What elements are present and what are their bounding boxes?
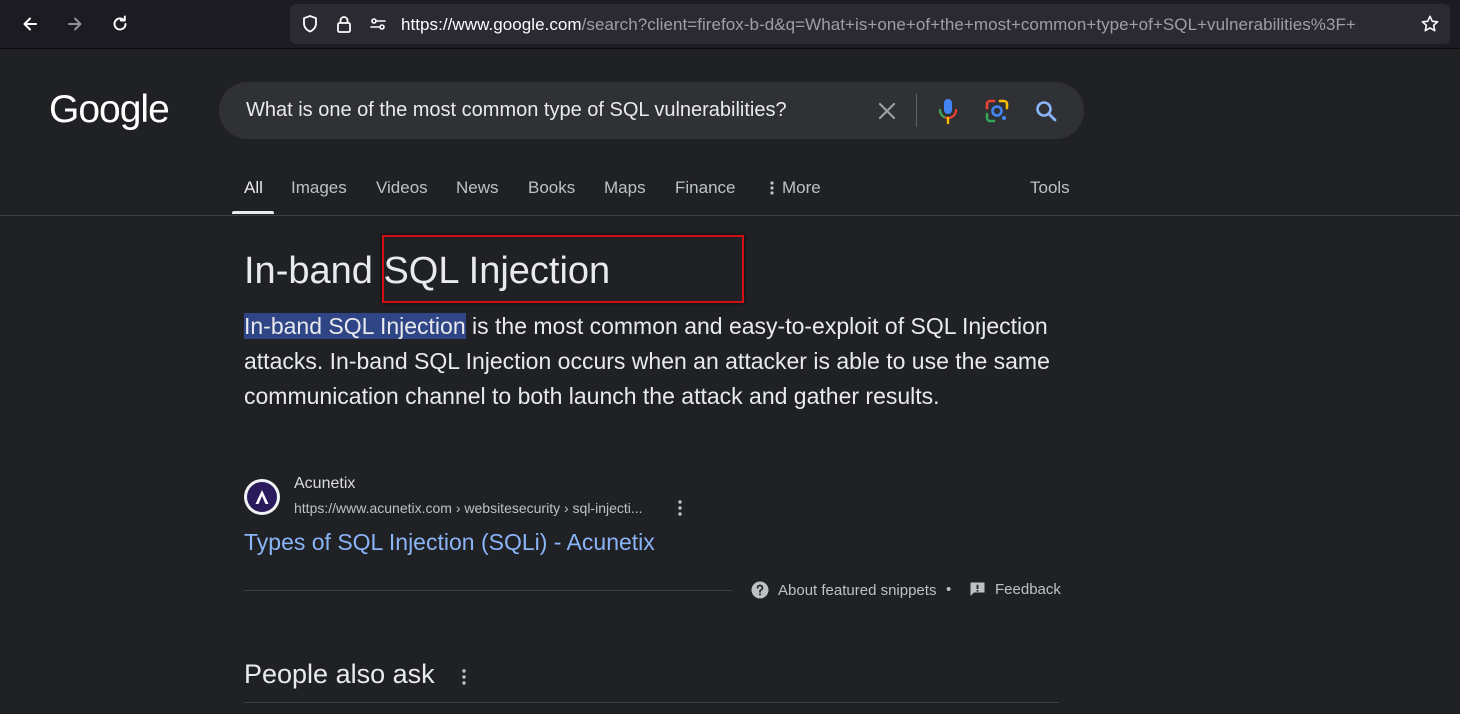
people-also-ask-heading: People also ask [244, 659, 435, 689]
more-vert-icon [462, 669, 466, 685]
tools-button[interactable]: Tools [1030, 178, 1070, 198]
voice-search-button[interactable] [933, 96, 963, 126]
people-also-ask-divider [244, 702, 1059, 703]
search-icon [1036, 101, 1057, 122]
permissions-icon[interactable] [368, 14, 388, 34]
acunetix-logo-icon [255, 490, 269, 504]
address-bar[interactable]: https://www.google.com/search?client=fir… [290, 4, 1450, 44]
source-more-button[interactable] [670, 497, 690, 519]
search-divider [916, 94, 917, 127]
tab-books[interactable]: Books [528, 178, 575, 198]
image-search-button[interactable] [982, 96, 1012, 126]
search-submit-button[interactable] [1031, 96, 1061, 126]
result-link[interactable]: Types of SQL Injection (SQLi) - Acunetix [244, 529, 655, 556]
acunetix-favicon[interactable] [244, 479, 280, 515]
tab-more-label: More [782, 178, 821, 197]
snippet-footer-divider [244, 590, 732, 591]
tab-videos[interactable]: Videos [376, 178, 428, 198]
feedback-label: Feedback [995, 581, 1061, 598]
microphone-icon [938, 99, 958, 125]
annotation-highlight-box [382, 235, 744, 303]
lens-icon [985, 99, 1009, 123]
forward-arrow-icon [68, 17, 82, 31]
tab-more[interactable]: More [770, 178, 821, 198]
more-vert-icon [770, 181, 774, 195]
tab-finance[interactable]: Finance [675, 178, 735, 198]
more-vert-icon [678, 500, 682, 516]
google-logo[interactable]: Google [49, 88, 170, 132]
url-path: /search?client=firefox-b-d&q=What+is+one… [581, 15, 1356, 34]
source-name[interactable]: Acunetix [294, 475, 355, 493]
search-input[interactable]: What is one of the most common type of S… [246, 99, 787, 122]
reload-icon [113, 15, 127, 31]
tab-all-underline [232, 211, 274, 214]
back-arrow-icon [23, 17, 37, 31]
tab-news[interactable]: News [456, 178, 499, 198]
people-also-ask-more-button[interactable] [455, 665, 473, 689]
tab-all[interactable]: All [244, 178, 263, 198]
forward-button[interactable] [59, 8, 91, 40]
search-box[interactable]: What is one of the most common type of S… [219, 82, 1084, 139]
tabs-divider [0, 215, 1460, 216]
about-featured-snippets-label: About featured snippets [778, 581, 937, 599]
snippet-body-selection: In-band SQL Injection [244, 313, 466, 339]
browser-toolbar: https://www.google.com/search?client=fir… [0, 0, 1460, 49]
help-icon [751, 581, 769, 599]
close-icon [878, 102, 896, 120]
url-host: https://www.google.com [401, 15, 582, 34]
lock-icon[interactable] [334, 14, 354, 34]
snippet-title-prefix: In-band [244, 250, 373, 292]
feedback-button[interactable]: Feedback [969, 581, 1061, 598]
tab-images[interactable]: Images [291, 178, 347, 198]
about-featured-snippets[interactable]: About featured snippets [751, 581, 936, 599]
shield-icon[interactable] [300, 14, 320, 34]
snippet-body: In-band SQL Injection is the most common… [244, 309, 1059, 414]
footer-separator: • [946, 581, 952, 598]
tab-maps[interactable]: Maps [604, 178, 646, 198]
url-text[interactable]: https://www.google.com/search?client=fir… [401, 15, 1356, 35]
reload-button[interactable] [104, 8, 136, 40]
clear-search-button[interactable] [872, 96, 902, 126]
bookmark-star-icon[interactable] [1420, 14, 1440, 34]
back-button[interactable] [14, 8, 46, 40]
source-url[interactable]: https://www.acunetix.com › websitesecuri… [294, 500, 643, 516]
feedback-icon [970, 582, 985, 596]
